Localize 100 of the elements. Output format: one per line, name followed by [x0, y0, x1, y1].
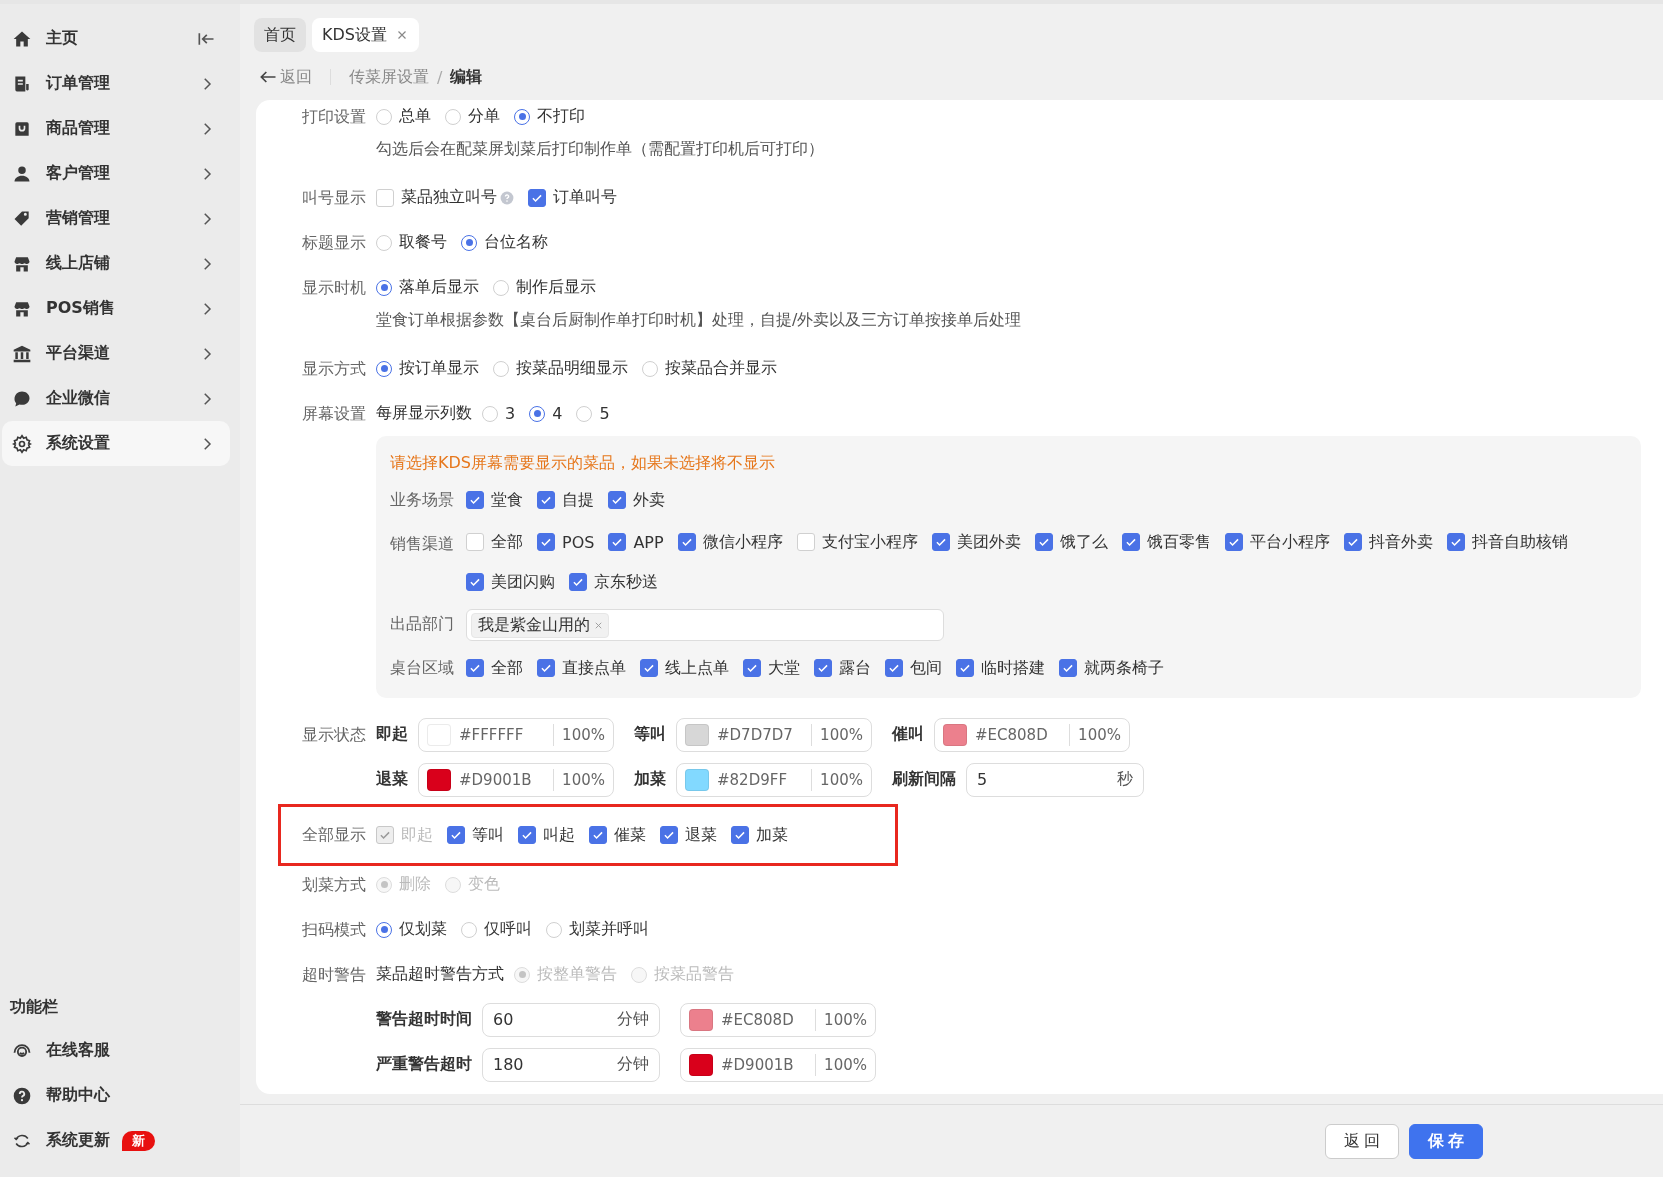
- checkbox[interactable]: [743, 659, 761, 677]
- color-field[interactable]: #D7D7D7 100%: [676, 717, 872, 752]
- checkbox[interactable]: [518, 826, 536, 844]
- radio-label[interactable]: 按菜品明细显示: [516, 358, 628, 379]
- checkbox-label[interactable]: 全部: [491, 657, 523, 679]
- radio-button[interactable]: [514, 108, 530, 125]
- radio-label[interactable]: 分单: [468, 106, 500, 127]
- checkbox-label[interactable]: 包间: [910, 657, 942, 679]
- checkbox[interactable]: [528, 188, 546, 207]
- checkbox[interactable]: [814, 659, 832, 677]
- checkbox-label[interactable]: 等叫: [472, 824, 504, 846]
- checkbox[interactable]: [1446, 533, 1465, 551]
- checkbox[interactable]: [640, 659, 658, 677]
- radio-label[interactable]: 划菜并呼叫: [569, 919, 649, 940]
- radio-button[interactable]: [376, 360, 392, 377]
- radio-button[interactable]: [376, 279, 392, 296]
- sidebar-item[interactable]: 客户管理: [2, 151, 230, 196]
- tag-select-field[interactable]: 我是紫金山用的: [466, 609, 944, 641]
- radio-label[interactable]: 3: [505, 404, 516, 423]
- checkbox-label[interactable]: APP: [633, 532, 664, 552]
- checkbox-label[interactable]: 菜品独立叫号: [401, 187, 497, 208]
- checkbox[interactable]: [466, 659, 484, 677]
- checkbox-label[interactable]: 就两条椅子: [1084, 657, 1164, 679]
- checkbox-label[interactable]: 抖音自助核销: [1471, 531, 1568, 553]
- checkbox-label[interactable]: 露台: [839, 657, 871, 679]
- checkbox[interactable]: [677, 533, 696, 551]
- checkbox[interactable]: [608, 491, 626, 509]
- checkbox-label[interactable]: 平台小程序: [1249, 531, 1330, 553]
- checkbox-label[interactable]: 线上点单: [665, 657, 729, 679]
- checkbox-label[interactable]: 微信小程序: [702, 531, 783, 553]
- radio-label[interactable]: 仅划菜: [399, 919, 447, 940]
- checkbox[interactable]: [1059, 659, 1077, 677]
- back-button[interactable]: 返回: [1325, 1123, 1399, 1159]
- radio-label[interactable]: 不打印: [537, 106, 585, 127]
- radio-label[interactable]: 按订单显示: [399, 358, 479, 379]
- color-field[interactable]: #D9001B 100%: [680, 1047, 876, 1082]
- radio-button[interactable]: [529, 405, 546, 422]
- number-field[interactable]: 180 分钟: [482, 1047, 660, 1082]
- number-field[interactable]: 60 分钟: [482, 1002, 660, 1037]
- checkbox[interactable]: [569, 573, 587, 591]
- sidebar-item[interactable]: 线上店铺: [2, 241, 230, 286]
- radio-button[interactable]: [461, 234, 477, 251]
- checkbox[interactable]: [1034, 533, 1053, 551]
- sidebar-item[interactable]: POS销售: [2, 286, 230, 331]
- checkbox-label[interactable]: 堂食: [491, 489, 523, 511]
- sidebar-item[interactable]: 订单管理: [2, 61, 230, 106]
- checkbox[interactable]: [956, 659, 974, 677]
- color-field[interactable]: #EC808D 100%: [934, 717, 1130, 752]
- sidebar-item[interactable]: 营销管理: [2, 196, 230, 241]
- radio-label[interactable]: 制作后显示: [516, 277, 596, 298]
- checkbox[interactable]: [731, 826, 749, 844]
- tab[interactable]: KDS设置: [312, 18, 419, 52]
- checkbox[interactable]: [660, 826, 678, 844]
- checkbox-label[interactable]: 订单叫号: [553, 187, 617, 208]
- checkbox-label[interactable]: 直接点单: [562, 657, 626, 679]
- save-button[interactable]: 保存: [1409, 1123, 1483, 1159]
- sidebar-item[interactable]: 在线客服: [2, 1028, 230, 1073]
- checkbox[interactable]: [608, 533, 627, 551]
- checkbox[interactable]: [1121, 533, 1140, 551]
- checkbox-label[interactable]: 抖音外卖: [1368, 531, 1433, 553]
- checkbox-label[interactable]: 饿百零售: [1146, 531, 1211, 553]
- color-field[interactable]: #EC808D 100%: [680, 1002, 876, 1037]
- checkbox-label[interactable]: POS: [562, 532, 595, 552]
- checkbox-label[interactable]: 临时搭建: [981, 657, 1045, 679]
- radio-label[interactable]: 取餐号: [399, 232, 447, 253]
- checkbox[interactable]: [466, 491, 484, 509]
- radio-label[interactable]: 总单: [399, 106, 431, 127]
- radio-label[interactable]: 仅呼叫: [484, 919, 532, 940]
- checkbox-label[interactable]: 饿了么: [1059, 531, 1108, 553]
- checkbox[interactable]: [537, 659, 555, 677]
- checkbox[interactable]: [1343, 533, 1362, 551]
- sidebar-item[interactable]: 主页: [2, 16, 230, 61]
- checkbox-label[interactable]: 加菜: [756, 824, 788, 846]
- sidebar-item[interactable]: 平台渠道: [2, 331, 230, 376]
- checkbox-label[interactable]: 叫起: [543, 824, 575, 846]
- checkbox[interactable]: [1224, 533, 1243, 551]
- checkbox[interactable]: [447, 826, 465, 844]
- color-field[interactable]: #D9001B 100%: [418, 762, 614, 797]
- checkbox-label[interactable]: 支付宝小程序: [821, 531, 918, 553]
- sidebar-item[interactable]: 帮助中心: [2, 1073, 230, 1118]
- sidebar-item[interactable]: 企业微信: [2, 376, 230, 421]
- radio-label[interactable]: 4: [552, 404, 563, 423]
- checkbox-label[interactable]: 外卖: [633, 489, 665, 511]
- checkbox-label[interactable]: 美团闪购: [491, 571, 555, 593]
- checkbox-label[interactable]: 京东秒送: [594, 571, 658, 593]
- checkbox-label[interactable]: 催菜: [614, 824, 646, 846]
- radio-label[interactable]: 落单后显示: [399, 277, 479, 298]
- tab[interactable]: 首页: [254, 18, 306, 52]
- radio-button[interactable]: [376, 921, 392, 938]
- sidebar-item[interactable]: 商品管理: [2, 106, 230, 151]
- checkbox[interactable]: [466, 573, 484, 591]
- color-field[interactable]: #82D9FF 100%: [676, 762, 872, 797]
- radio-label[interactable]: 5: [599, 404, 610, 423]
- checkbox[interactable]: [537, 533, 555, 551]
- sidebar-item[interactable]: 系统设置: [2, 421, 230, 466]
- number-field[interactable]: 5 秒: [966, 762, 1144, 797]
- radio-label[interactable]: 按菜品合并显示: [665, 358, 777, 379]
- checkbox[interactable]: [537, 491, 555, 509]
- checkbox[interactable]: [589, 826, 607, 844]
- checkbox[interactable]: [885, 659, 903, 677]
